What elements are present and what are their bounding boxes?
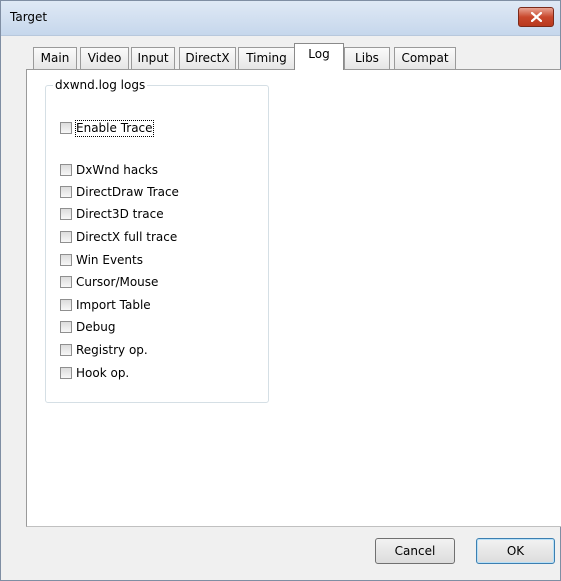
checkbox-label[interactable]: Debug xyxy=(76,320,115,335)
groupbox-title: dxwnd.log logs xyxy=(53,78,148,92)
tab-log[interactable]: Log xyxy=(294,43,344,70)
checkbox-box[interactable] xyxy=(60,208,72,220)
checkbox-label[interactable]: DirectX full trace xyxy=(76,230,177,245)
title-bar[interactable]: Target xyxy=(1,1,560,36)
checkbox-label[interactable]: DirectDraw Trace xyxy=(76,185,179,200)
checkbox-box[interactable] xyxy=(60,231,72,243)
checkbox-label[interactable]: DxWnd hacks xyxy=(76,163,158,178)
tab-input[interactable]: Input xyxy=(131,47,175,69)
tab-libs[interactable]: Libs xyxy=(344,47,390,69)
checkbox-box[interactable] xyxy=(60,276,72,288)
checkbox-label[interactable]: Direct3D trace xyxy=(76,207,164,222)
tab-timing[interactable]: Timing xyxy=(238,47,295,69)
window-title: Target xyxy=(10,10,48,24)
checkbox-label[interactable]: Hook op. xyxy=(76,366,129,381)
checkbox-box[interactable] xyxy=(60,122,72,134)
tab-compat[interactable]: Compat xyxy=(394,47,456,69)
close-button[interactable] xyxy=(518,7,554,27)
checkbox-box[interactable] xyxy=(60,254,72,266)
checkbox-label[interactable]: Import Table xyxy=(76,298,151,313)
ok-button[interactable]: OK xyxy=(476,538,555,564)
checkbox-box[interactable] xyxy=(60,367,72,379)
checkbox-label[interactable]: Registry op. xyxy=(76,343,148,358)
checkbox-label[interactable]: Cursor/Mouse xyxy=(76,275,158,290)
checkbox-box[interactable] xyxy=(60,321,72,333)
tab-video[interactable]: Video xyxy=(80,47,129,69)
checkbox-box[interactable] xyxy=(60,344,72,356)
cancel-button[interactable]: Cancel xyxy=(375,538,455,564)
tab-main[interactable]: Main xyxy=(33,47,77,69)
checkbox-label[interactable]: Win Events xyxy=(76,253,143,268)
checkbox-box[interactable] xyxy=(60,186,72,198)
checkbox-box[interactable] xyxy=(60,164,72,176)
close-icon xyxy=(531,12,542,22)
dialog-window: Target Main Video Input DirectX Timing L… xyxy=(0,0,561,581)
checkbox-label[interactable]: Enable Trace xyxy=(75,120,154,137)
checkbox-box[interactable] xyxy=(60,299,72,311)
tab-directx[interactable]: DirectX xyxy=(179,47,236,69)
